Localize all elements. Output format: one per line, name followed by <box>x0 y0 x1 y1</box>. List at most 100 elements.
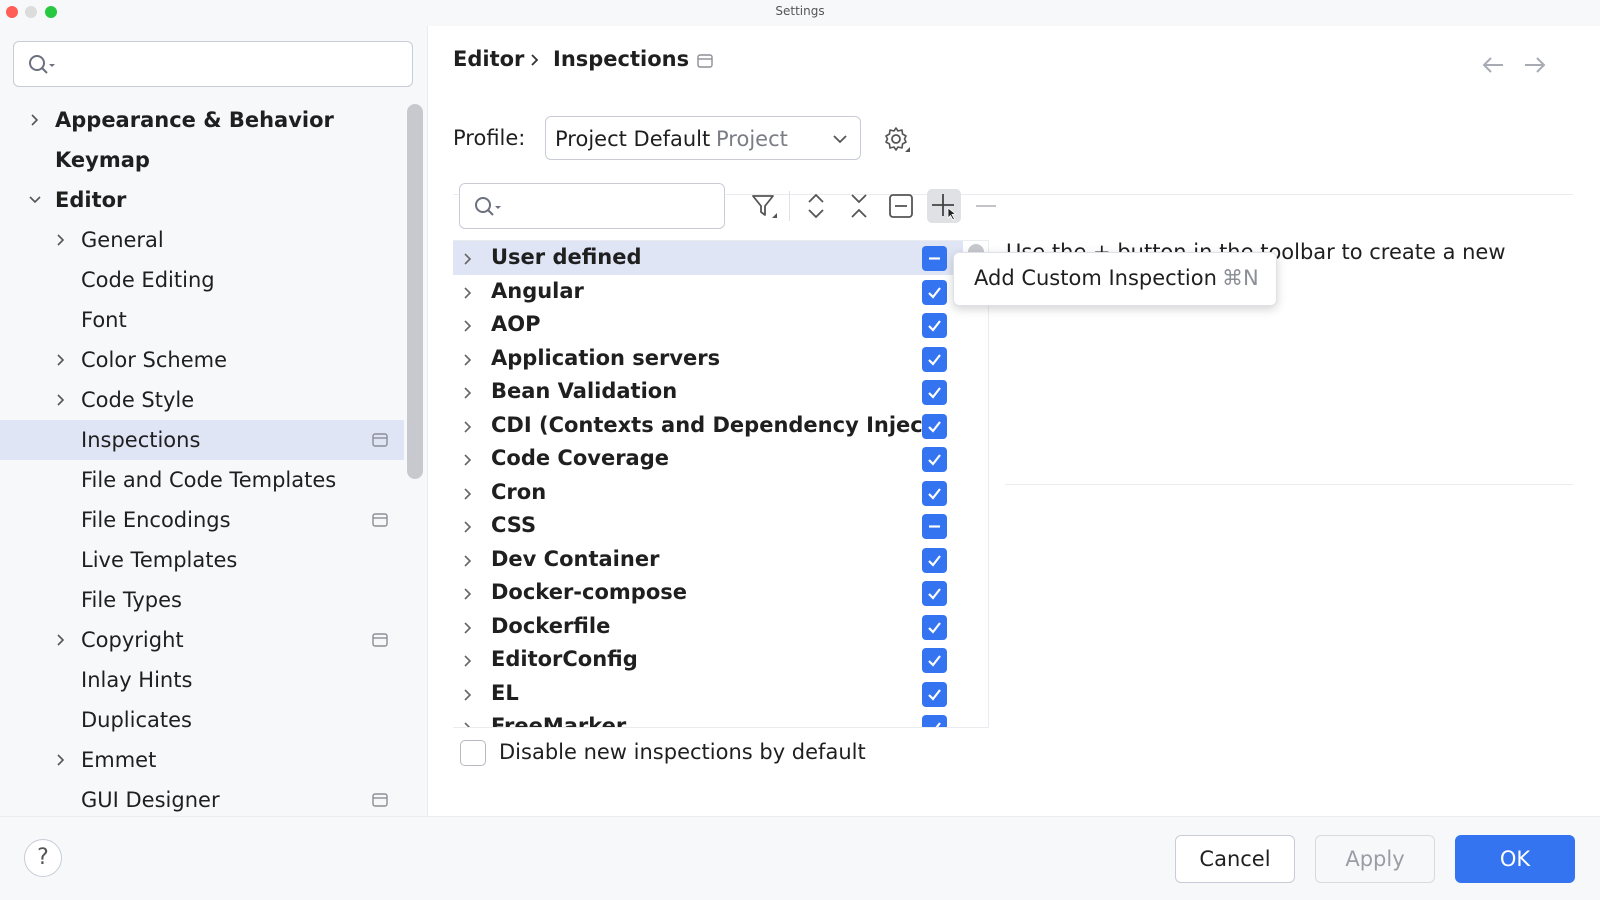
sidebar-scrollbar[interactable] <box>407 104 423 479</box>
sidebar-item[interactable]: File and Code Templates <box>0 460 404 500</box>
help-button[interactable]: ? <box>24 839 62 877</box>
inspection-row[interactable]: Application servers <box>453 342 963 376</box>
chevron-right-icon[interactable] <box>462 252 474 266</box>
sidebar-item[interactable]: Inlay Hints <box>0 660 404 700</box>
chevron-right-icon[interactable] <box>54 753 68 767</box>
sidebar-item[interactable]: Inspections <box>0 420 404 460</box>
profile-dropdown[interactable]: Project Default Project <box>545 116 861 160</box>
back-arrow-icon[interactable] <box>1481 56 1505 74</box>
chevron-right-icon[interactable] <box>54 393 68 407</box>
checked-checkbox[interactable] <box>922 279 947 305</box>
sidebar-item[interactable]: GUI Designer <box>0 780 404 816</box>
settings-search-input[interactable] <box>13 41 413 87</box>
checked-checkbox[interactable] <box>922 380 947 405</box>
inspection-row[interactable]: Code Coverage <box>453 442 963 476</box>
inspection-row[interactable]: Bean Validation <box>453 375 963 409</box>
gear-icon[interactable] <box>883 126 913 156</box>
chevron-right-icon[interactable] <box>28 113 42 127</box>
chevron-right-icon[interactable] <box>462 487 474 501</box>
chevron-right-icon[interactable] <box>462 520 474 534</box>
chevron-right-icon[interactable] <box>462 554 474 568</box>
chevron-right-icon[interactable] <box>462 654 474 668</box>
chevron-right-icon[interactable] <box>462 353 474 367</box>
inspection-row[interactable]: Angular <box>453 275 963 309</box>
inspection-row-label: Dev Container <box>491 546 660 571</box>
remove-icon[interactable] <box>969 189 1003 223</box>
sidebar-item[interactable]: Color Scheme <box>0 340 404 380</box>
checked-checkbox[interactable] <box>922 313 947 338</box>
collapse-all-icon[interactable] <box>842 189 876 223</box>
ok-button[interactable]: OK <box>1455 835 1575 883</box>
checked-checkbox[interactable] <box>922 547 947 573</box>
inspection-row[interactable]: Dockerfile <box>453 610 963 644</box>
forward-arrow-icon[interactable] <box>1523 56 1547 74</box>
sidebar-item[interactable]: Copyright <box>0 620 404 660</box>
chevron-down-icon[interactable] <box>28 193 42 207</box>
chevron-right-icon[interactable] <box>462 453 474 467</box>
sidebar-item[interactable]: Appearance & Behavior <box>0 100 404 140</box>
inspection-search-input[interactable] <box>459 183 725 229</box>
sidebar-item[interactable]: Editor <box>0 180 404 220</box>
checked-checkbox[interactable] <box>922 681 947 707</box>
sidebar-item[interactable]: Live Templates <box>0 540 404 580</box>
checked-checkbox[interactable] <box>922 480 947 506</box>
sidebar-item-label: Inlay Hints <box>81 668 193 692</box>
sidebar-item[interactable]: File Encodings <box>0 500 404 540</box>
sidebar-item[interactable]: Keymap <box>0 140 404 180</box>
cancel-button[interactable]: Cancel <box>1175 835 1295 883</box>
add-icon[interactable] <box>927 189 961 223</box>
chevron-right-icon[interactable] <box>462 286 474 300</box>
checked-checkbox[interactable] <box>922 346 947 372</box>
sidebar-item[interactable]: General <box>0 220 404 260</box>
chevron-right-icon[interactable] <box>462 721 474 727</box>
expand-all-icon[interactable] <box>799 189 833 223</box>
sidebar-item[interactable]: Code Style <box>0 380 404 420</box>
chevron-right-icon[interactable] <box>54 353 68 367</box>
profile-name: Project Default <box>555 127 711 151</box>
indeterminate-checkbox[interactable] <box>922 246 947 271</box>
checked-checkbox[interactable] <box>922 447 947 472</box>
chevron-right-icon <box>529 53 541 67</box>
checked-checkbox[interactable] <box>922 413 947 439</box>
add-custom-inspection-popup[interactable]: Add Custom Inspection ⌘N <box>953 252 1277 306</box>
apply-button[interactable]: Apply <box>1315 835 1435 883</box>
reset-to-empty-icon[interactable] <box>884 189 918 223</box>
chevron-right-icon[interactable] <box>54 233 68 247</box>
inspection-row[interactable]: EditorConfig <box>453 643 963 677</box>
checked-checkbox[interactable] <box>922 648 947 673</box>
chevron-right-icon[interactable] <box>54 633 68 647</box>
sidebar-item[interactable]: Font <box>0 300 404 340</box>
sidebar-item[interactable]: File Types <box>0 580 404 620</box>
inspection-row[interactable]: EL <box>453 677 963 711</box>
inspection-row[interactable]: AOP <box>453 308 963 342</box>
popup-menu-item-label[interactable]: Add Custom Inspection <box>974 266 1217 290</box>
sidebar-item[interactable]: Code Editing <box>0 260 404 300</box>
chevron-right-icon[interactable] <box>462 688 474 702</box>
inspection-row[interactable]: Dev Container <box>453 543 963 577</box>
inspection-row-label: Angular <box>491 278 584 303</box>
chevron-right-icon[interactable] <box>462 420 474 434</box>
disable-new-inspections-label[interactable]: Disable new inspections by default <box>499 740 866 764</box>
inspection-row[interactable]: CDI (Contexts and Dependency Injec <box>453 409 963 443</box>
chevron-right-icon[interactable] <box>462 621 474 635</box>
checked-checkbox[interactable] <box>922 614 947 640</box>
indeterminate-checkbox[interactable] <box>922 514 947 539</box>
inspection-row-label: AOP <box>491 312 541 336</box>
filter-icon[interactable] <box>748 189 782 223</box>
inspection-row[interactable]: Docker-compose <box>453 576 963 610</box>
inspection-row[interactable]: FreeMarker <box>453 710 963 727</box>
checked-checkbox[interactable] <box>922 581 947 606</box>
sidebar-item[interactable]: Emmet <box>0 740 404 780</box>
disable-new-inspections-checkbox[interactable] <box>460 740 486 766</box>
inspection-row[interactable]: Cron <box>453 476 963 510</box>
chevron-right-icon[interactable] <box>462 587 474 601</box>
sidebar-item-label: GUI Designer <box>81 788 220 812</box>
breadcrumb-editor[interactable]: Editor <box>453 47 524 71</box>
chevron-right-icon[interactable] <box>462 386 474 400</box>
checked-checkbox[interactable] <box>922 715 947 727</box>
main-panel: Editor Inspections Profile: Project Defa… <box>429 26 1600 816</box>
chevron-right-icon[interactable] <box>462 319 474 333</box>
sidebar-item[interactable]: Duplicates <box>0 700 404 740</box>
inspection-row[interactable]: User defined <box>453 241 963 275</box>
inspection-row[interactable]: CSS <box>453 509 963 543</box>
